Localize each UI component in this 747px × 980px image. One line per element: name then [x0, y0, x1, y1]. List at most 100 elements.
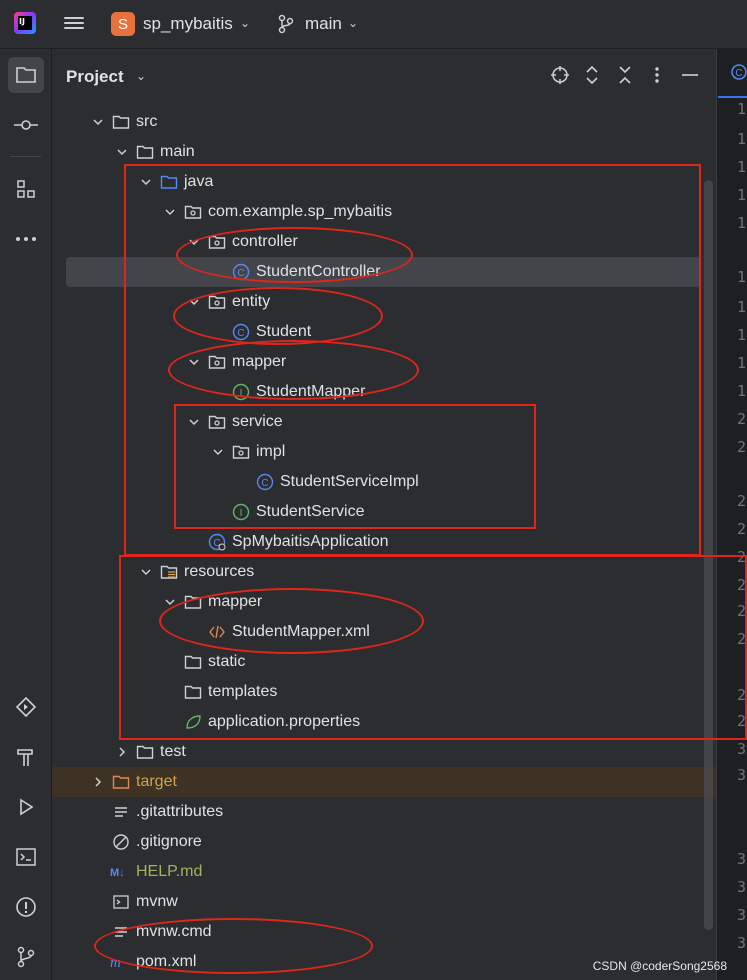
spring-class-icon: C	[208, 533, 226, 551]
tree-item[interactable]: target	[52, 767, 716, 797]
chevron-down-icon[interactable]	[188, 235, 200, 247]
tree-item-label: SpMybaitisApplication	[232, 533, 389, 550]
chevron-down-icon[interactable]	[164, 595, 176, 607]
svg-text:M↓: M↓	[110, 867, 125, 879]
expand-all-icon[interactable]	[582, 65, 602, 85]
chevron-down-icon[interactable]	[116, 145, 128, 157]
git-branch-icon[interactable]	[277, 14, 295, 34]
shell-icon	[112, 893, 130, 911]
tree-item[interactable]: mapper	[52, 587, 716, 617]
chevron-down-icon[interactable]	[188, 415, 200, 427]
project-name[interactable]: sp_mybaitis	[143, 14, 233, 34]
chevron-down-icon[interactable]: ⌄	[240, 16, 250, 30]
hamburger-menu-icon[interactable]	[64, 14, 84, 34]
tree-item[interactable]: controller	[52, 227, 716, 257]
commit-icon[interactable]	[8, 107, 44, 143]
tree-item[interactable]: mvnw.cmd	[52, 917, 716, 947]
package-icon	[208, 293, 226, 311]
line-number: 2	[737, 520, 747, 538]
tree-item[interactable]: application.properties	[52, 707, 716, 737]
tree-item[interactable]: C SpMybaitisApplication	[52, 527, 716, 557]
tree-item-label: impl	[256, 443, 286, 460]
panel-title[interactable]: Project	[66, 67, 124, 87]
java-class-tab-icon[interactable]: C	[731, 64, 747, 80]
resources-folder-icon	[160, 563, 178, 581]
tree-item-label: test	[160, 743, 186, 760]
line-number: 1	[737, 158, 747, 176]
chevron-down-icon[interactable]	[212, 445, 224, 457]
tree-item[interactable]: C Student	[52, 317, 716, 347]
chevron-down-icon[interactable]: ⌄	[136, 69, 146, 83]
tree-item[interactable]: static	[52, 647, 716, 677]
project-tree: src main java com.example.sp_mybaitis contro…	[52, 107, 716, 980]
chevron-down-icon[interactable]	[164, 205, 176, 217]
svg-text:C: C	[735, 68, 742, 79]
project-badge[interactable]: S	[111, 12, 135, 36]
package-icon	[184, 203, 202, 221]
line-number: 2	[737, 492, 747, 510]
tree-item[interactable]: StudentMapper.xml	[52, 617, 716, 647]
more-tools-icon[interactable]	[8, 221, 44, 257]
minimize-icon[interactable]	[680, 65, 700, 85]
chevron-down-icon[interactable]	[188, 295, 200, 307]
terminal-icon[interactable]	[8, 839, 44, 875]
tree-item[interactable]: M↓ HELP.md	[52, 857, 716, 887]
tree-item[interactable]: impl	[52, 437, 716, 467]
svg-text:C: C	[237, 268, 244, 279]
tree-item-label: templates	[208, 683, 278, 700]
tree-item[interactable]: src	[52, 107, 716, 137]
tree-item[interactable]: java	[52, 167, 716, 197]
tree-item[interactable]: I StudentMapper	[52, 377, 716, 407]
line-number: 2	[737, 602, 747, 620]
editor-area: 1 1 1 1 1 1 1 1 1 1 2 2 2 2 2 2 2 2 2 2 3 3 3 3 3 3	[716, 49, 747, 980]
line-number: 3	[737, 850, 747, 868]
chevron-down-icon[interactable]	[188, 355, 200, 367]
tree-item[interactable]: templates	[52, 677, 716, 707]
package-icon	[208, 413, 226, 431]
version-control-icon[interactable]	[8, 939, 44, 975]
project-folder-icon[interactable]	[8, 57, 44, 93]
chevron-right-icon[interactable]	[116, 745, 128, 757]
tree-item[interactable]: service	[52, 407, 716, 437]
tree-item[interactable]: .gitignore	[52, 827, 716, 857]
tree-item[interactable]: resources	[52, 557, 716, 587]
tree-item[interactable]: main	[52, 137, 716, 167]
vertical-scrollbar[interactable]	[704, 180, 713, 930]
services-icon[interactable]	[8, 689, 44, 725]
text-icon	[112, 803, 130, 821]
chevron-down-icon[interactable]	[140, 175, 152, 187]
line-number: 2	[737, 712, 747, 730]
run-icon[interactable]	[8, 789, 44, 825]
tree-item-label: mvnw	[136, 893, 178, 910]
collapse-all-icon[interactable]	[615, 65, 635, 85]
build-hammer-icon[interactable]	[8, 739, 44, 775]
class-icon: C	[232, 323, 250, 341]
tree-item[interactable]: I StudentService	[52, 497, 716, 527]
tree-item[interactable]: entity	[52, 287, 716, 317]
tree-item[interactable]: mapper	[52, 347, 716, 377]
tree-item[interactable]: mvnw	[52, 887, 716, 917]
branch-name[interactable]: main	[305, 14, 342, 34]
tree-item[interactable]: com.example.sp_mybaitis	[52, 197, 716, 227]
line-number: 2	[737, 410, 747, 428]
tree-item[interactable]: C StudentController	[52, 257, 716, 287]
chevron-down-icon[interactable]	[92, 115, 104, 127]
tree-item-label: resources	[184, 563, 255, 580]
problems-icon[interactable]	[8, 889, 44, 925]
folder-icon	[184, 683, 202, 701]
structure-icon[interactable]	[8, 171, 44, 207]
chevron-right-icon[interactable]	[92, 775, 104, 787]
tree-item[interactable]: C StudentServiceImpl	[52, 467, 716, 497]
options-menu-icon[interactable]	[647, 65, 667, 85]
locate-icon[interactable]	[550, 65, 570, 85]
tree-item[interactable]: .gitattributes	[52, 797, 716, 827]
chevron-down-icon[interactable]: ⌄	[348, 16, 358, 30]
tree-item-label: StudentServiceImpl	[280, 473, 419, 490]
svg-text:C: C	[261, 478, 268, 489]
line-number: 2	[737, 438, 747, 456]
tree-item[interactable]: test	[52, 737, 716, 767]
tree-item-label: application.properties	[208, 713, 361, 730]
chevron-down-icon[interactable]	[140, 565, 152, 577]
intellij-logo-icon[interactable]: IJ	[14, 12, 36, 34]
watermark: CSDN @coderSong2568	[592, 959, 727, 973]
